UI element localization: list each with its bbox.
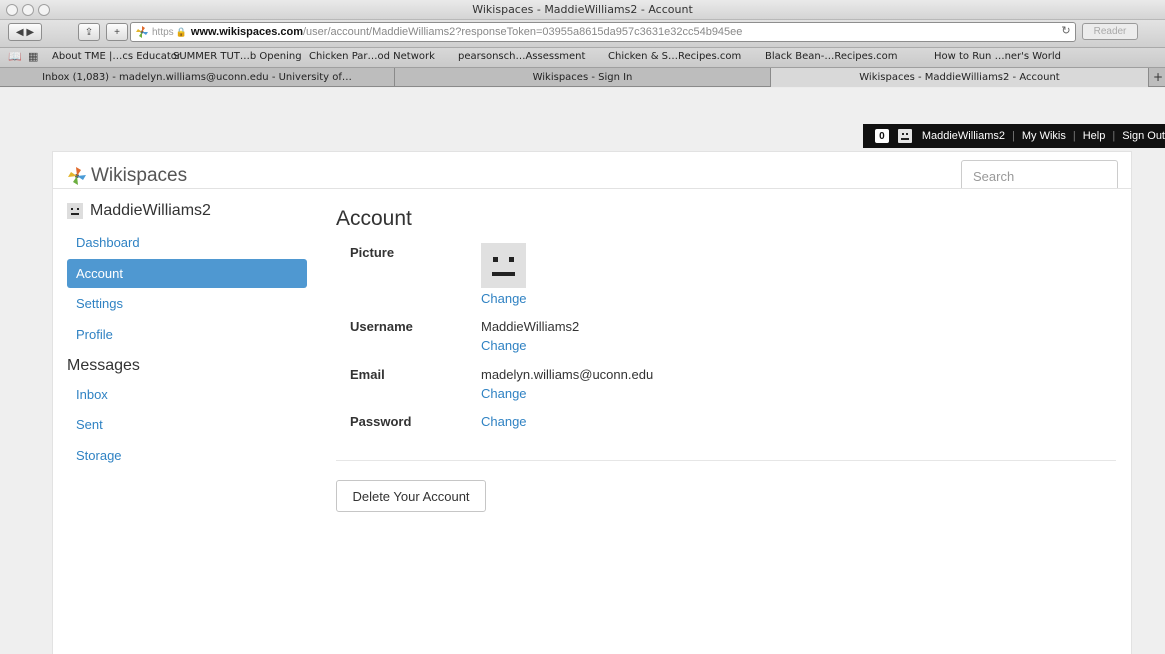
bookmark-item[interactable]: pearsonsch…Assessment: [458, 51, 585, 62]
page-title: Account: [336, 207, 412, 230]
password-label: Password: [350, 414, 412, 429]
url-path: /user/account/MaddieWilliams2?responseTo…: [303, 26, 743, 38]
url-scheme: https: [152, 26, 174, 38]
bookmark-item[interactable]: How to Run …ner's World: [934, 51, 1061, 62]
plus-icon: +: [114, 26, 120, 38]
profile-picture: [481, 243, 526, 288]
change-picture-link[interactable]: Change: [481, 291, 527, 306]
sidebar-avatar-icon: [67, 203, 83, 219]
change-email-link[interactable]: Change: [481, 386, 527, 401]
username-value: MaddieWilliams2: [481, 319, 580, 334]
bookmark-item[interactable]: Black Bean-…Recipes.com: [765, 51, 898, 62]
sign-out-link[interactable]: Sign Out: [1122, 130, 1165, 142]
back-icon[interactable]: ◀: [16, 27, 24, 38]
help-link[interactable]: Help: [1083, 130, 1106, 142]
username-label: Username: [350, 319, 413, 334]
browser-tab-account[interactable]: Wikispaces - MaddieWilliams2 - Account: [771, 68, 1149, 87]
picture-label: Picture: [350, 245, 395, 260]
my-wikis-link[interactable]: My Wikis: [1022, 130, 1066, 142]
bookmark-item[interactable]: Chicken & S…Recipes.com: [608, 51, 741, 62]
browser-toolbar: ◀ ▶ ⇪ + https 🔒 www.wikispaces.com/user/…: [0, 20, 1165, 48]
change-password-link[interactable]: Change: [481, 414, 527, 429]
wikispaces-favicon-icon: [136, 26, 148, 38]
address-bar[interactable]: https 🔒 www.wikispaces.com/user/account/…: [130, 22, 1076, 42]
reading-list-icon[interactable]: 📖: [8, 50, 22, 63]
sidebar-item-profile[interactable]: Profile: [67, 320, 307, 349]
sidebar-item-storage[interactable]: Storage: [67, 441, 307, 470]
bookmark-item[interactable]: Chicken Par…od Network: [309, 51, 435, 62]
user-bar: 0 MaddieWilliams2 | My Wikis | Help | Si…: [862, 124, 1165, 148]
notification-count[interactable]: 0: [874, 129, 889, 143]
browser-tab-bar: Inbox (1,083) - madelyn.williams@uconn.e…: [0, 68, 1165, 87]
userbar-separator: |: [1112, 130, 1116, 142]
top-sites-icon[interactable]: ▦: [28, 50, 38, 63]
messages-heading: Messages: [67, 357, 140, 374]
forward-icon[interactable]: ▶: [26, 27, 34, 38]
section-divider: [336, 460, 1116, 461]
user-avatar-icon[interactable]: [897, 129, 912, 143]
reload-icon[interactable]: ↻: [1058, 24, 1074, 37]
browser-tab-inbox[interactable]: Inbox (1,083) - madelyn.williams@uconn.e…: [0, 68, 395, 87]
bookmark-item[interactable]: About TME |…cs Educator: [52, 51, 181, 62]
bookmark-item[interactable]: SUMMER TUT…b Opening: [173, 51, 302, 62]
sidebar-item-account[interactable]: Account: [67, 259, 307, 288]
userbar-separator: |: [1011, 130, 1015, 142]
email-value: madelyn.williams@uconn.edu: [481, 367, 654, 382]
share-button[interactable]: ⇪: [78, 23, 100, 41]
sidebar-username: MaddieWilliams2: [90, 202, 211, 219]
window-title: Wikispaces - MaddieWilliams2 - Account: [472, 3, 693, 16]
sidebar-item-sent[interactable]: Sent: [67, 410, 307, 439]
sidebar-item-inbox[interactable]: Inbox: [67, 380, 307, 409]
delete-account-button[interactable]: Delete Your Account: [336, 480, 486, 512]
userbar-separator: |: [1072, 130, 1076, 142]
lock-icon: 🔒: [175, 26, 187, 37]
change-username-link[interactable]: Change: [481, 338, 527, 353]
brand-logo[interactable]: Wikispaces: [67, 165, 187, 187]
browser-tab-sign-in[interactable]: Wikispaces - Sign In: [395, 68, 771, 87]
sidebar-item-settings[interactable]: Settings: [67, 289, 307, 318]
userbar-username-link[interactable]: MaddieWilliams2: [922, 130, 1005, 142]
sidebar-item-dashboard[interactable]: Dashboard: [67, 228, 307, 257]
email-label: Email: [350, 367, 385, 382]
back-forward-buttons[interactable]: ◀ ▶: [8, 23, 42, 41]
sidebar-user: MaddieWilliams2: [67, 202, 211, 220]
window-titlebar: Wikispaces - MaddieWilliams2 - Account: [0, 0, 1165, 20]
reader-button[interactable]: Reader: [1082, 23, 1138, 40]
new-tab-button[interactable]: +: [106, 23, 128, 41]
url-host: www.wikispaces.com: [190, 26, 303, 38]
wikispaces-logo-icon: [68, 167, 86, 185]
add-tab-icon[interactable]: +: [1153, 70, 1163, 84]
brand-name: Wikispaces: [91, 165, 188, 186]
share-icon: ⇪: [84, 26, 94, 38]
bookmarks-bar: 📖 ▦ About TME |…cs Educator SUMMER TUT…b…: [0, 48, 1165, 68]
